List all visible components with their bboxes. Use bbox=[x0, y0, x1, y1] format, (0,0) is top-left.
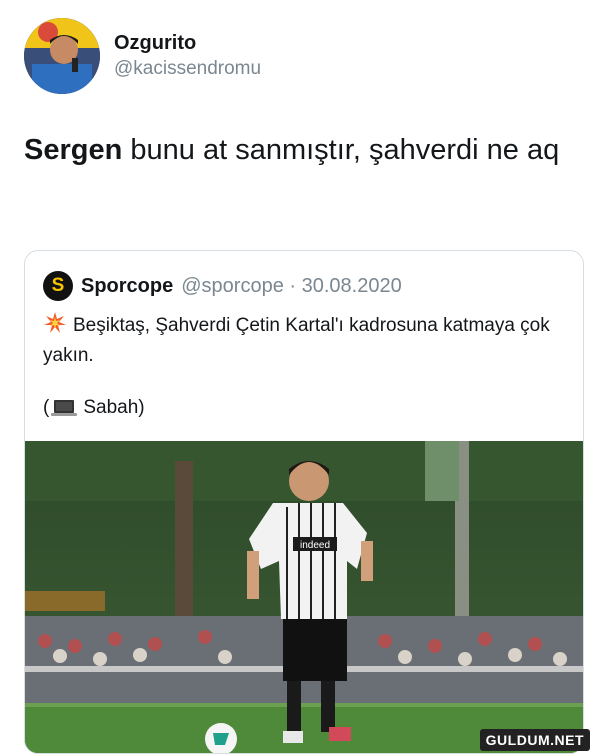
quoted-tweet-body: Beşiktaş, Şahverdi Çetin Kartal'ı kadros… bbox=[43, 311, 563, 371]
user-handle[interactable]: @kacissendromu bbox=[114, 56, 261, 82]
source-text: Sabah) bbox=[83, 397, 145, 418]
tweet-bold-word: Sergen bbox=[24, 134, 123, 166]
display-name[interactable]: Ozgurito bbox=[114, 30, 261, 56]
collision-icon bbox=[44, 312, 66, 333]
quoted-tweet-header: S Sporcope @sporcope · 30.08.2020 bbox=[43, 271, 402, 301]
quoted-tweet-source: ( Sabah) bbox=[43, 397, 145, 419]
tweet-text: Sergen bunu at sanmıştır, şahverdi ne aq bbox=[24, 128, 564, 172]
watermark: GULDUM.NET bbox=[479, 729, 590, 751]
source-open-paren: ( bbox=[43, 397, 50, 418]
player-photo-image: indeed bbox=[25, 441, 583, 753]
quoted-tweet[interactable]: S Sporcope @sporcope · 30.08.2020 Beşikt… bbox=[24, 250, 584, 754]
tweet-header: Ozgurito @kacissendromu bbox=[24, 18, 261, 94]
tweet-rest-text: bunu at sanmıştır, şahverdi ne aq bbox=[122, 134, 560, 166]
sporcope-logo-icon: S bbox=[43, 271, 73, 301]
shirt-sponsor-text: indeed bbox=[300, 540, 330, 551]
quoted-author-name[interactable]: Sporcope bbox=[81, 275, 173, 298]
laptop-icon bbox=[51, 400, 78, 416]
football-player-photo[interactable]: indeed bbox=[25, 441, 583, 753]
quoted-tweet-text: Beşiktaş, Şahverdi Çetin Kartal'ı kadros… bbox=[43, 315, 550, 366]
avatar-image bbox=[24, 18, 100, 94]
quoted-author-meta: @sporcope · 30.08.2020 bbox=[181, 274, 402, 297]
avatar[interactable] bbox=[24, 18, 100, 94]
